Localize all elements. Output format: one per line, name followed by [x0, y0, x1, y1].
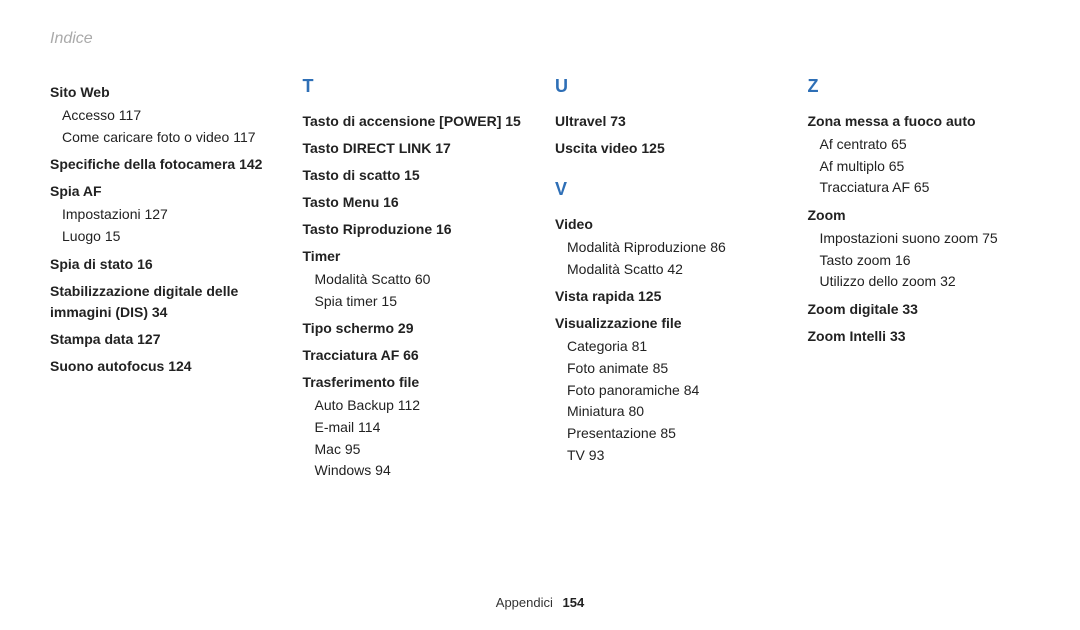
- entry: Trasferimento file: [303, 372, 526, 393]
- sub-entry: Auto Backup 112: [315, 395, 526, 417]
- entry: Tasto di scatto 15: [303, 165, 526, 186]
- sub-entry: Impostazioni 127: [62, 204, 273, 226]
- sub-entry: E-mail 114: [315, 417, 526, 439]
- entry: Tasto Riproduzione 16: [303, 219, 526, 240]
- page-header: Indice: [50, 30, 1030, 48]
- sub-entry: Tasto zoom 16: [820, 250, 1031, 272]
- index-column-z: Z Zona messa a fuoco auto Af centrato 65…: [808, 76, 1031, 482]
- sub-entry: Foto animate 85: [567, 358, 778, 380]
- sub-entry: Presentazione 85: [567, 423, 778, 445]
- sub-entry: Accesso 117: [62, 105, 273, 127]
- entry: Tasto Menu 16: [303, 192, 526, 213]
- letter-heading-v: V: [555, 179, 778, 200]
- letter-heading-t: T: [303, 76, 526, 97]
- sub-entry: Come caricare foto o video 117: [62, 127, 273, 149]
- entry: Video: [555, 214, 778, 235]
- entry: Ultravel 73: [555, 111, 778, 132]
- sub-entry: Windows 94: [315, 460, 526, 482]
- entry: Sito Web: [50, 82, 273, 103]
- sub-entry: Tracciatura AF 65: [820, 177, 1031, 199]
- entry: Zoom digitale 33: [808, 299, 1031, 320]
- sub-entry: Categoria 81: [567, 336, 778, 358]
- entry: Timer: [303, 246, 526, 267]
- letter-heading-z: Z: [808, 76, 1031, 97]
- entry: Uscita video 125: [555, 138, 778, 159]
- sub-entry: Modalità Riproduzione 86: [567, 237, 778, 259]
- index-column-s: Sito Web Accesso 117 Come caricare foto …: [50, 76, 273, 482]
- entry: Stampa data 127: [50, 329, 273, 350]
- entry: Specifiche della fotocamera 142: [50, 154, 273, 175]
- sub-entry: Spia timer 15: [315, 291, 526, 313]
- entry: Tasto DIRECT LINK 17: [303, 138, 526, 159]
- index-column-t: T Tasto di accensione [POWER] 15 Tasto D…: [303, 76, 526, 482]
- sub-entry: Utilizzo dello zoom 32: [820, 271, 1031, 293]
- entry: Tasto di accensione [POWER] 15: [303, 111, 526, 132]
- entry: Spia AF: [50, 181, 273, 202]
- sub-entry: TV 93: [567, 445, 778, 467]
- sub-entry: Miniatura 80: [567, 401, 778, 423]
- letter-heading-u: U: [555, 76, 778, 97]
- entry: Zona messa a fuoco auto: [808, 111, 1031, 132]
- sub-entry: Luogo 15: [62, 226, 273, 248]
- entry: Zoom Intelli 33: [808, 326, 1031, 347]
- footer-section: Appendici: [496, 595, 553, 610]
- entry: Stabilizzazione digitale delle immagini …: [50, 281, 273, 323]
- entry: Tracciatura AF 66: [303, 345, 526, 366]
- index-columns: Sito Web Accesso 117 Come caricare foto …: [50, 76, 1030, 482]
- entry: Spia di stato 16: [50, 254, 273, 275]
- sub-entry: Foto panoramiche 84: [567, 380, 778, 402]
- index-column-uv: U Ultravel 73 Uscita video 125 V Video M…: [555, 76, 778, 482]
- entry: Vista rapida 125: [555, 286, 778, 307]
- sub-entry: Af multiplo 65: [820, 156, 1031, 178]
- page-footer: Appendici 154: [0, 595, 1080, 610]
- footer-page-number: 154: [563, 595, 585, 610]
- sub-entry: Modalità Scatto 60: [315, 269, 526, 291]
- entry: Suono autofocus 124: [50, 356, 273, 377]
- sub-entry: Af centrato 65: [820, 134, 1031, 156]
- entry: Zoom: [808, 205, 1031, 226]
- index-page: Indice Sito Web Accesso 117 Come caricar…: [0, 0, 1080, 630]
- entry: Tipo schermo 29: [303, 318, 526, 339]
- sub-entry: Impostazioni suono zoom 75: [820, 228, 1031, 250]
- sub-entry: Mac 95: [315, 439, 526, 461]
- sub-entry: Modalità Scatto 42: [567, 259, 778, 281]
- entry: Visualizzazione file: [555, 313, 778, 334]
